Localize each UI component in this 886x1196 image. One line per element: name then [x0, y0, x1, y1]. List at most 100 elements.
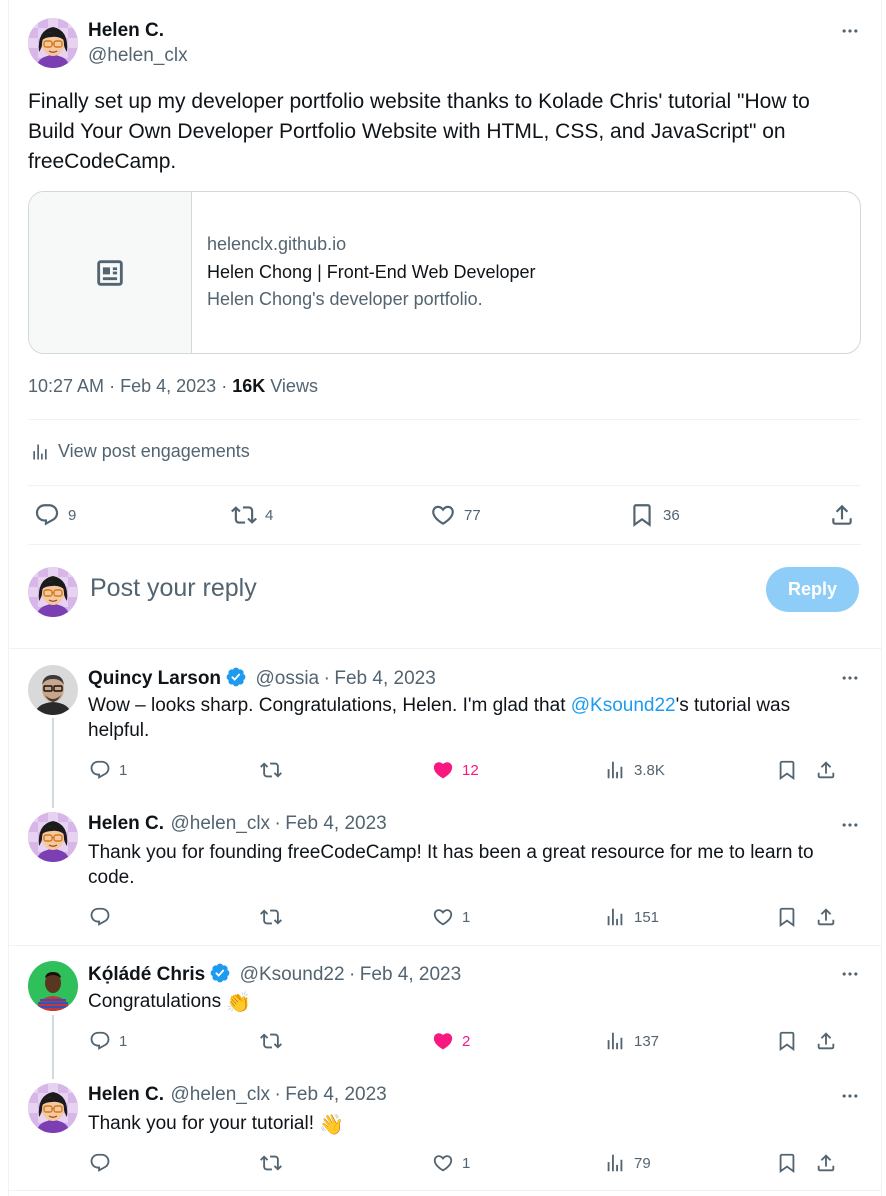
engagements-label: View post engagements: [58, 441, 250, 461]
views-count: 137: [634, 1032, 660, 1050]
bookmark-action[interactable]: [776, 1152, 798, 1174]
views-icon: [604, 1152, 626, 1174]
verified-badge-icon[interactable]: [225, 666, 247, 688]
thread-line: [52, 1015, 54, 1079]
bookmark-icon: [776, 1152, 798, 1174]
verified-badge-icon[interactable]: [209, 962, 231, 984]
repost-icon: [231, 502, 257, 528]
repost-icon: [260, 906, 282, 928]
waving-hand-emoji: 👋: [319, 1114, 345, 1136]
share-action[interactable]: [815, 906, 837, 928]
separator: ·: [323, 668, 330, 689]
repost-action[interactable]: [260, 906, 290, 928]
tweet-date[interactable]: Feb 4, 2023: [120, 376, 216, 396]
reply-avatar[interactable]: [28, 812, 78, 862]
tweet-text: Finally set up my developer portfolio we…: [28, 90, 810, 173]
reply-author-handle[interactable]: @ossia: [255, 668, 319, 689]
like-icon: [432, 906, 454, 928]
more-options-icon[interactable]: [839, 1086, 861, 1106]
reply-author-name[interactable]: Helen C.: [88, 813, 164, 834]
divider: [28, 419, 861, 420]
author-handle[interactable]: @helen_clx: [88, 45, 188, 67]
reply-date[interactable]: Feb 4, 2023: [285, 1084, 386, 1105]
my-avatar[interactable]: [28, 567, 78, 617]
reply-action[interactable]: 9: [34, 502, 76, 528]
share-action[interactable]: [815, 759, 837, 781]
more-options-icon[interactable]: [839, 815, 861, 835]
views-action[interactable]: 151: [604, 906, 659, 928]
views-count: 151: [634, 908, 660, 926]
repost-action[interactable]: 4: [231, 502, 273, 528]
reply-date[interactable]: Feb 4, 2023: [285, 813, 386, 834]
reply-author-name[interactable]: Quincy Larson: [88, 668, 221, 689]
bookmark-action[interactable]: [776, 1030, 798, 1052]
reply-date[interactable]: Feb 4, 2023: [334, 668, 435, 689]
reply-avatar[interactable]: [28, 665, 78, 715]
like-count: 1: [462, 908, 471, 926]
reply-author-handle[interactable]: @helen_clx: [170, 1084, 270, 1105]
like-action[interactable]: 1: [432, 1152, 470, 1174]
bookmark-icon: [776, 759, 798, 781]
reply-avatar[interactable]: [28, 961, 78, 1011]
reply-text-part: Wow – looks sharp. Congratulations, Hele…: [88, 695, 571, 716]
author-name[interactable]: Helen C.: [88, 20, 164, 42]
like-action[interactable]: 12: [432, 759, 479, 781]
repost-action[interactable]: [260, 1030, 290, 1052]
reply-date[interactable]: Feb 4, 2023: [360, 964, 461, 985]
reply-text-part: Congratulations: [88, 991, 222, 1012]
share-icon: [815, 906, 837, 928]
reply-count: 9: [68, 506, 77, 524]
share-action[interactable]: [815, 1152, 837, 1174]
reply-action[interactable]: [89, 1152, 119, 1174]
bookmark-icon: [776, 906, 798, 928]
reply-icon: [89, 1030, 111, 1052]
bookmark-icon: [776, 1030, 798, 1052]
views-action[interactable]: 79: [604, 1152, 651, 1174]
reply-header: Helen C. @helen_clx · Feb 4, 2023: [88, 813, 387, 835]
reply-author-handle[interactable]: @helen_clx: [170, 813, 270, 834]
separator: ·: [274, 1084, 281, 1105]
mention-link[interactable]: @Ksound22: [571, 695, 676, 716]
repost-action[interactable]: [260, 1152, 290, 1174]
like-action[interactable]: 2: [432, 1030, 470, 1052]
reply-author-name[interactable]: Kọ́ládé Chris: [88, 964, 205, 985]
views-action[interactable]: 3.8K: [604, 759, 665, 781]
bookmark-action[interactable]: [776, 906, 798, 928]
share-action[interactable]: [829, 502, 855, 528]
reply-avatar[interactable]: [28, 1083, 78, 1133]
divider: [28, 544, 861, 545]
article-icon: [93, 256, 127, 290]
bookmark-action[interactable]: [776, 759, 798, 781]
reply-author-name[interactable]: Helen C.: [88, 1084, 164, 1105]
reply-author-handle[interactable]: @Ksound22: [240, 964, 345, 985]
reply-header: Helen C. @helen_clx · Feb 4, 2023: [88, 1084, 387, 1106]
link-preview-card[interactable]: helenclx.github.io Helen Chong | Front-E…: [28, 191, 861, 354]
divider: [8, 945, 882, 946]
more-options-icon[interactable]: [839, 668, 861, 688]
reply-action[interactable]: 1: [89, 1030, 127, 1052]
share-action[interactable]: [815, 1030, 837, 1052]
views-count: 16K: [232, 376, 266, 396]
view-engagements-link[interactable]: View post engagements: [30, 441, 250, 462]
reply-input[interactable]: Post your reply: [90, 574, 257, 603]
bookmark-action[interactable]: 36: [629, 502, 680, 528]
like-action[interactable]: 1: [432, 906, 470, 928]
views-action[interactable]: 137: [604, 1030, 659, 1052]
more-options-icon[interactable]: [839, 964, 861, 984]
reply-button[interactable]: Reply: [766, 567, 859, 612]
like-action[interactable]: 77: [430, 502, 481, 528]
reply-action[interactable]: 1: [89, 759, 127, 781]
reply-header: Kọ́ládé Chris @Ksound22 · Feb 4, 2023: [88, 962, 461, 986]
tweet-time[interactable]: 10:27 AM: [28, 376, 104, 396]
views-count: 79: [634, 1154, 651, 1172]
reply-icon: [34, 502, 60, 528]
reply-text: Wow – looks sharp. Congratulations, Hele…: [88, 693, 848, 743]
thread-line: [52, 718, 54, 808]
more-options-icon[interactable]: [839, 21, 861, 41]
author-avatar[interactable]: [28, 18, 78, 68]
reply-action[interactable]: [89, 906, 119, 928]
like-icon: [430, 502, 456, 528]
share-icon: [829, 502, 855, 528]
repost-action[interactable]: [260, 759, 290, 781]
reply-text: Thank you for founding freeCodeCamp! It …: [88, 842, 814, 888]
